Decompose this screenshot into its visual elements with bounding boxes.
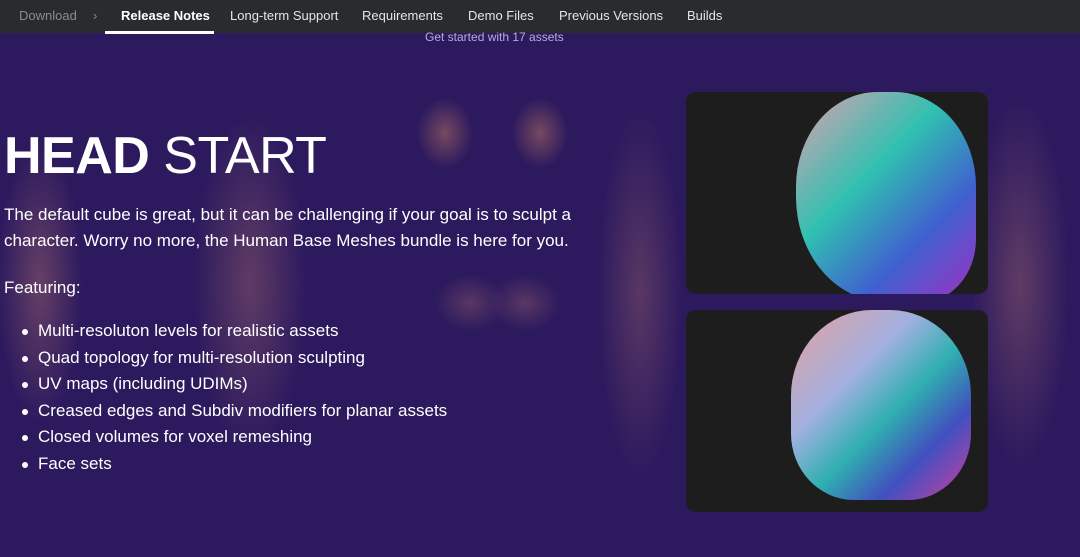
list-item: Closed volumes for voxel remeshing [21, 424, 447, 451]
tab-long-term-support[interactable]: Long-term Support [230, 8, 338, 23]
page-title: HEAD START [4, 126, 327, 186]
active-tab-indicator [105, 31, 214, 34]
tab-demo-files[interactable]: Demo Files [468, 8, 534, 23]
skull-render [791, 310, 971, 500]
breadcrumb-download[interactable]: Download [19, 8, 77, 23]
feature-list: Multi-resoluton levels for realistic ass… [21, 318, 447, 478]
list-item: Multi-resoluton levels for realistic ass… [21, 318, 447, 345]
title-bold: HEAD [4, 127, 150, 185]
description: The default cube is great, but it can be… [4, 205, 572, 250]
list-item: UV maps (including UDIMs) [21, 371, 447, 398]
chevron-right-icon: › [93, 8, 98, 23]
skull-mesh-image [686, 310, 988, 512]
tab-builds[interactable]: Builds [687, 8, 722, 23]
top-nav: Download › Release Notes Long-term Suppo… [0, 0, 1080, 34]
tab-release-notes[interactable]: Release Notes [121, 8, 210, 23]
list-item: Creased edges and Subdiv modifiers for p… [21, 398, 447, 425]
title-rest: START [149, 127, 327, 185]
list-item: Face sets [21, 451, 447, 478]
list-item: Quad topology for multi-resolution sculp… [21, 345, 447, 372]
featuring-heading: Featuring: [4, 278, 81, 297]
hero-subtitle: Get started with 17 assets [425, 30, 564, 44]
tab-requirements[interactable]: Requirements [362, 8, 443, 23]
tab-previous-versions[interactable]: Previous Versions [559, 8, 663, 23]
head-mesh-image [686, 92, 988, 294]
head-render [796, 92, 976, 294]
